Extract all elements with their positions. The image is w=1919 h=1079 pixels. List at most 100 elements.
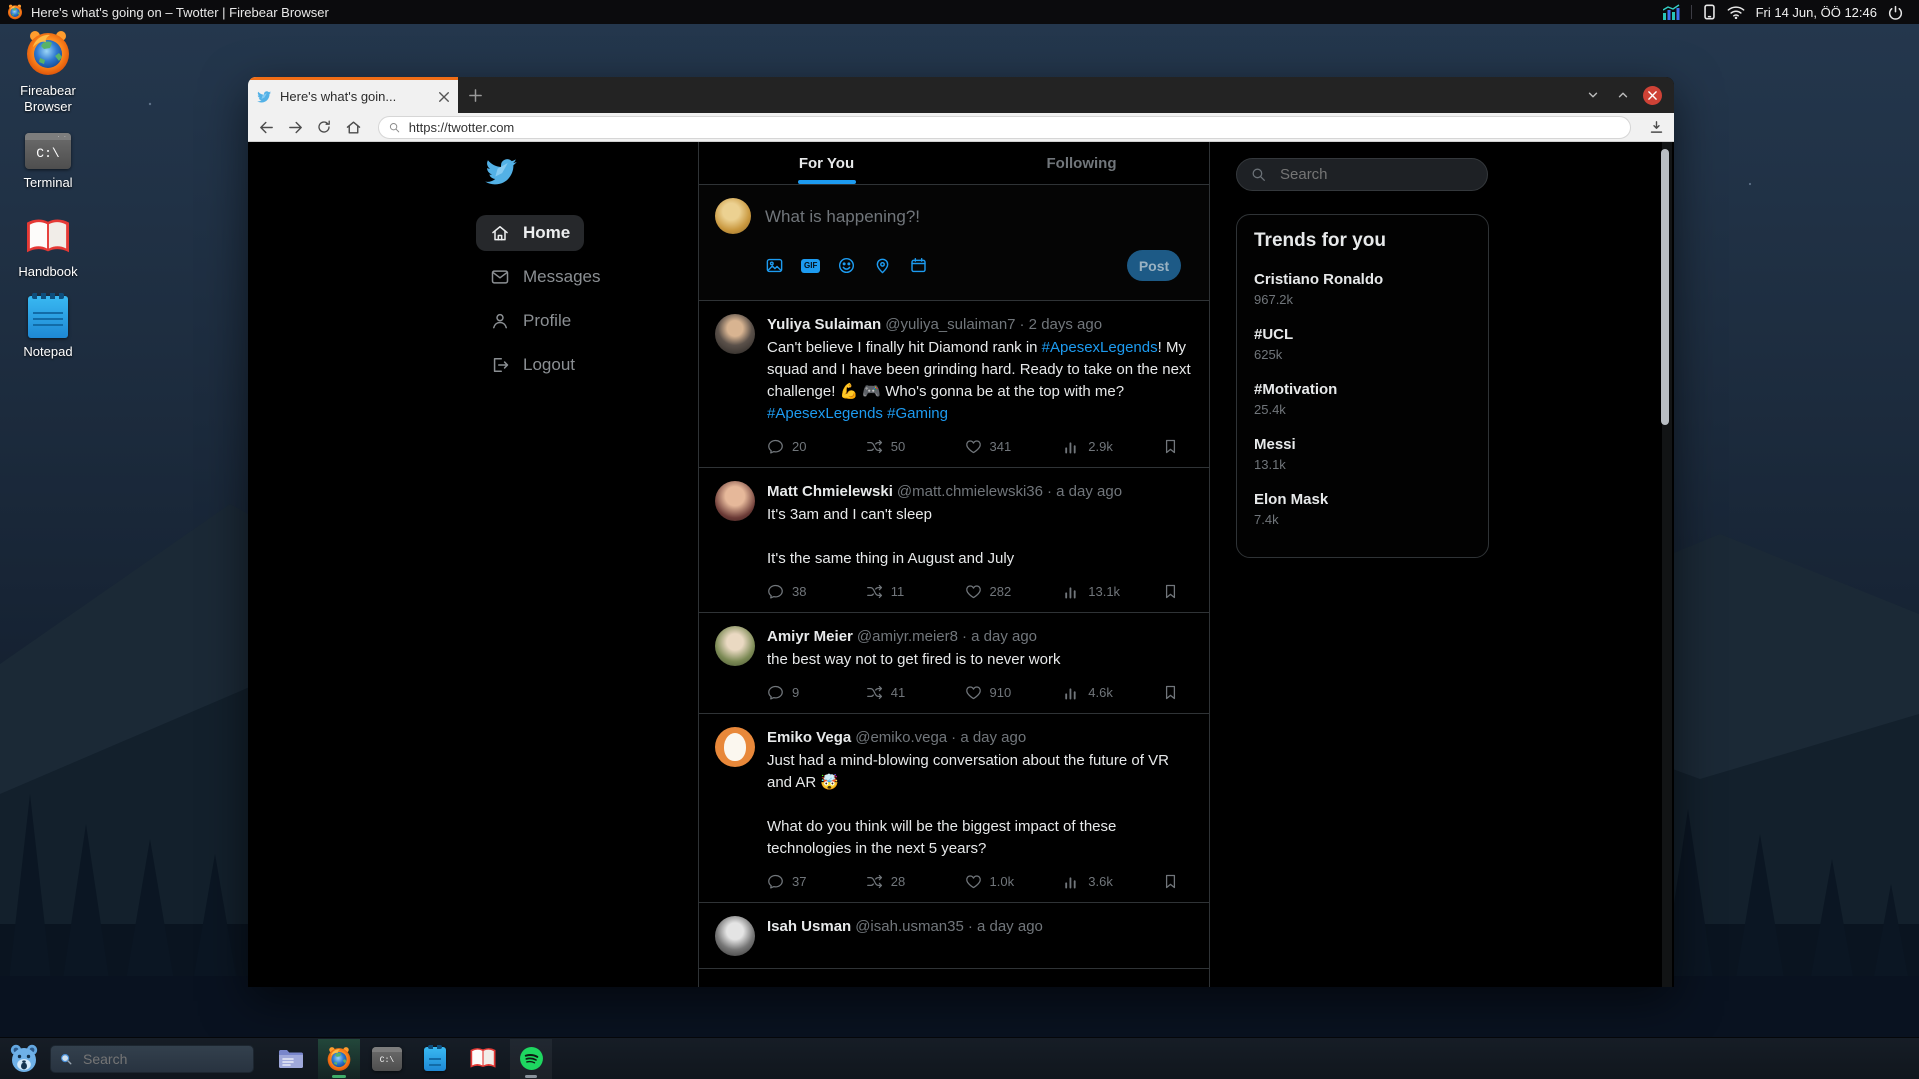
wifi-icon[interactable] [1727,5,1745,19]
post-button[interactable]: Post [1127,250,1181,281]
bookmark-button[interactable] [1162,684,1179,701]
nav-item-messages[interactable]: Messages [476,259,614,295]
taskbar-search-input[interactable] [81,1050,215,1068]
trend-item[interactable]: Messi13.1k [1254,436,1471,472]
window-maximize-chevron-up-icon[interactable] [1613,85,1633,105]
desktop-icon-firebear-browser[interactable]: Fireabear Browser [4,29,92,116]
power-icon[interactable] [1888,5,1903,20]
tweet-actions: 2050 341 2.9k [767,438,1193,455]
gif-icon[interactable]: GIF [801,259,820,273]
tweet-author-avatar[interactable] [715,626,755,666]
like-button[interactable]: 1.0k [965,873,1064,890]
views-button[interactable]: 13.1k [1063,583,1162,600]
like-button[interactable]: 910 [965,684,1064,701]
trend-item[interactable]: #Motivation25.4k [1254,381,1471,417]
views-button[interactable]: 3.6k [1063,873,1162,890]
tweet-author-handle[interactable]: @amiyr.meier8 [857,628,958,645]
notepad-icon [424,1047,446,1071]
taskbar-search[interactable] [50,1045,254,1073]
tweet-author-name[interactable]: Amiyr Meier [767,628,853,645]
bookmark-button[interactable] [1162,438,1179,455]
like-button[interactable]: 282 [965,583,1064,600]
nav-item-profile[interactable]: Profile [476,303,585,339]
reply-button[interactable]: 38 [767,583,866,600]
repost-button[interactable]: 50 [866,438,965,455]
taskbar-item-file-manager[interactable] [270,1039,312,1079]
repost-button[interactable]: 11 [866,583,965,600]
search-box[interactable] [1236,158,1488,191]
taskbar-item-firebear-browser[interactable] [318,1039,360,1079]
nav-item-logout[interactable]: Logout [476,347,589,383]
desktop-icon-label: Fireabear Browser [4,83,92,116]
trend-item[interactable]: Elon Mask7.4k [1254,491,1471,527]
schedule-calendar-icon[interactable] [909,256,928,275]
tweet-author-handle[interactable]: @matt.chmielewski36 [897,483,1043,500]
home-button[interactable] [343,117,363,137]
downloads-button[interactable] [1646,117,1666,137]
phone-icon[interactable] [1703,4,1716,20]
tab-following[interactable]: Following [954,142,1209,184]
search-input[interactable] [1278,165,1452,184]
address-bar[interactable] [378,116,1631,139]
desktop-icon-notepad[interactable]: Notepad [4,296,92,360]
url-input[interactable] [407,119,1621,136]
location-icon[interactable] [873,256,892,275]
scrollbar-thumb[interactable] [1661,149,1669,425]
hashtag-link[interactable]: #ApesexLegends [1042,339,1158,356]
tweet: Isah Usman@isah.usman35· a day ago [699,903,1209,969]
repost-button[interactable]: 28 [866,873,965,890]
forward-button[interactable] [285,117,305,137]
stat-count: 341 [990,439,1012,454]
tab-for-you[interactable]: For You [699,142,954,184]
trend-item[interactable]: Cristiano Ronaldo967.2k [1254,271,1471,307]
system-monitor-icon[interactable] [1663,4,1680,20]
tweet-author-handle[interactable]: @emiko.vega [855,729,947,746]
taskbar-item-handbook[interactable] [462,1039,504,1079]
tweet-author-name[interactable]: Yuliya Sulaiman [767,316,881,333]
desktop-icon-terminal[interactable]: C:\ Terminal [4,133,92,191]
tweet-author-handle[interactable]: @yuliya_sulaiman7 [885,316,1015,333]
tweet-author-avatar[interactable] [715,916,755,956]
clock[interactable]: Fri 14 Jun, ÖÖ 12:46 [1756,5,1877,20]
taskbar-item-notepad[interactable] [414,1039,456,1079]
tweet-author-handle[interactable]: @isah.usman35 [855,918,964,935]
tweet-author-name[interactable]: Emiko Vega [767,729,851,746]
twotter-bird-logo[interactable] [482,154,520,190]
like-button[interactable]: 341 [965,438,1064,455]
desktop-icon-handbook[interactable]: Handbook [4,216,92,280]
reply-button[interactable]: 9 [767,684,866,701]
back-button[interactable] [256,117,276,137]
bookmark-button[interactable] [1162,583,1179,600]
emoji-icon[interactable] [837,256,856,275]
tweet-author-avatar[interactable] [715,727,755,767]
hashtag-link[interactable]: #ApesexLegends #Gaming [767,405,948,422]
like-icon [965,873,982,890]
views-button[interactable]: 4.6k [1063,684,1162,701]
nav-item-home[interactable]: Home [476,215,584,251]
window-close-button[interactable] [1643,86,1662,105]
browser-tab[interactable]: Here's what's goin... [248,77,458,113]
like-icon [965,684,982,701]
compose-input[interactable]: What is happening?! [765,207,920,234]
reload-button[interactable] [314,117,334,137]
tweet-author-avatar[interactable] [715,481,755,521]
tab-close-icon[interactable] [438,91,450,103]
taskbar-item-terminal[interactable]: C:\ [366,1039,408,1079]
tweet-author-name[interactable]: Isah Usman [767,918,851,935]
bookmark-button[interactable] [1162,873,1179,890]
reply-button[interactable]: 20 [767,438,866,455]
taskbar-item-spotify[interactable] [510,1039,552,1079]
tweet-author-name[interactable]: Matt Chmielewski [767,483,893,500]
views-button[interactable]: 2.9k [1063,438,1162,455]
tweet-author-avatar[interactable] [715,314,755,354]
media-image-icon[interactable] [765,256,784,275]
start-menu-button[interactable] [6,1041,42,1077]
repost-button[interactable]: 41 [866,684,965,701]
new-tab-button[interactable] [458,77,492,113]
current-user-avatar[interactable] [715,198,751,234]
reply-button[interactable]: 37 [767,873,866,890]
window-menu-chevron-down-icon[interactable] [1583,85,1603,105]
trend-item[interactable]: #UCL625k [1254,326,1471,362]
nav-label: Messages [523,267,600,287]
page-scrollbar[interactable] [1662,142,1672,987]
